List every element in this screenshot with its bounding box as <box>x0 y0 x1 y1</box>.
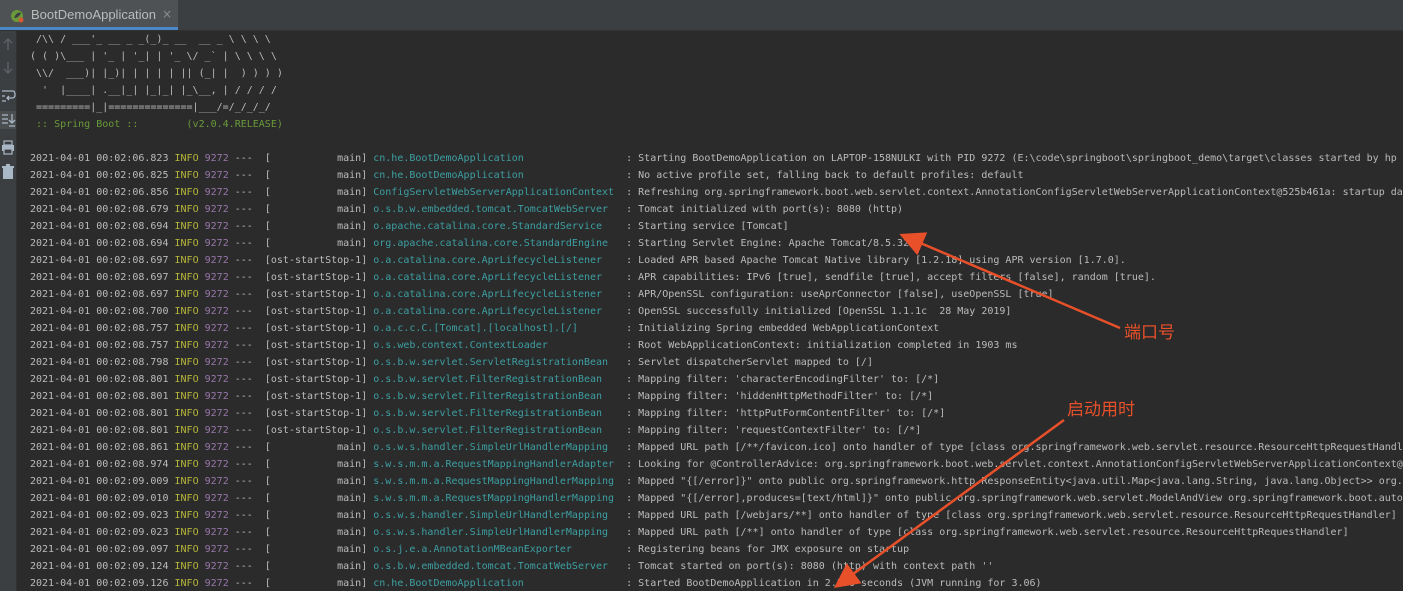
port-arrow <box>899 232 1121 330</box>
startup-time-arrow <box>833 418 1065 588</box>
startup-time-annotation-label: 启动用时 <box>1067 400 1135 420</box>
port-annotation-label: 端口号 <box>1124 323 1175 343</box>
annotation-arrows <box>833 232 1121 588</box>
